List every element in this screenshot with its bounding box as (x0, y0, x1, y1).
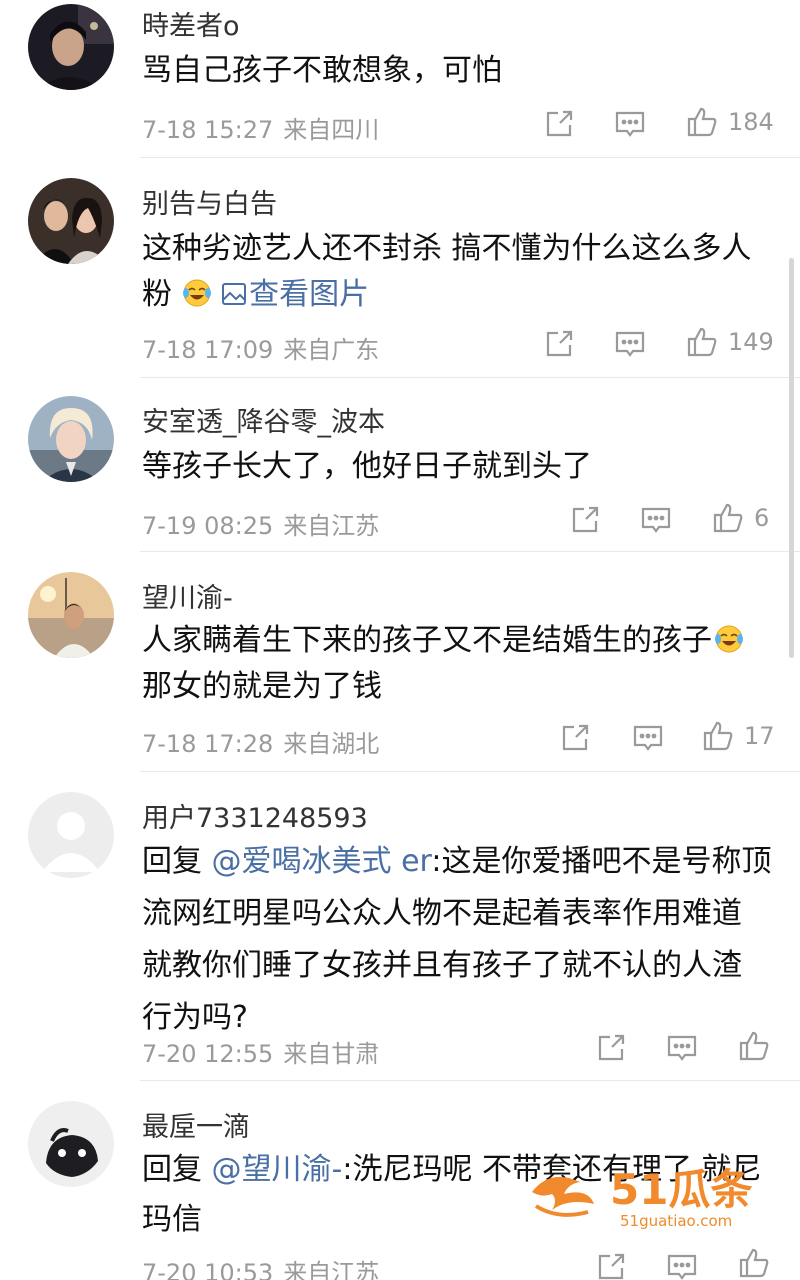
comment-text-line: 流网红明星吗公众人物不是起着表率作用难道 (142, 896, 742, 931)
comment-text: 这种劣迹艺人还不封杀 搞不懂为什么这么多人 粉 查看图片 (142, 226, 782, 318)
share-icon[interactable] (596, 1030, 626, 1066)
comment-reply-icon[interactable] (666, 1030, 698, 1066)
like-button[interactable] (738, 1245, 770, 1280)
comment-text: 人家瞒着生下来的孩子又不是结婚生的孩子 那女的就是为了钱 (142, 618, 792, 710)
like-button[interactable]: 17 (702, 718, 775, 754)
share-icon[interactable] (544, 106, 574, 142)
thumbs-up-icon (739, 1031, 769, 1061)
avatar[interactable] (28, 792, 114, 878)
comment-text: 骂自己孩子不敢想象，可怕 (142, 53, 502, 88)
comment-item: 安室透_降谷零_波本 等孩子长大了，他好日子就到头了 7-19 08:25 来自江… (0, 378, 800, 552)
reply-prefix: 回复 (142, 1152, 212, 1187)
like-button[interactable]: 6 (712, 500, 769, 536)
username[interactable]: 别告与白告 (142, 182, 277, 221)
watermark-brand: 51瓜条 (610, 1165, 752, 1214)
comment-location: 来自四川 (283, 116, 380, 144)
thumbs-up-icon (713, 503, 743, 533)
share-icon[interactable] (596, 1249, 626, 1280)
comment-text: 等孩子长大了，他好日子就到头了 (142, 449, 592, 484)
comment-location: 来自广东 (283, 336, 380, 364)
comment-meta: 7-20 10:53 来自江苏 (142, 1253, 379, 1280)
comment-location: 来自湖北 (283, 730, 380, 758)
like-button[interactable]: 184 (686, 104, 774, 140)
thumbs-up-icon (703, 721, 733, 751)
username[interactable]: 用户7331248593 (142, 796, 368, 835)
avatar[interactable] (28, 178, 114, 264)
comment-time: 7-18 15:27 (142, 116, 274, 144)
comment-text-fragment: 人家瞒着生下来的孩子又不是结婚生的孩子 (142, 623, 712, 658)
comment-text-line: 就教你们睡了女孩并且有孩子了就不认的人渣 (142, 948, 742, 983)
mention-link[interactable]: @爱喝冰美式 er (212, 844, 432, 879)
comment-time: 7-18 17:09 (142, 336, 274, 364)
avatar-image (28, 4, 114, 90)
username[interactable]: 望川渝- (142, 576, 233, 615)
comment-meta: 7-19 08:25 来自江苏 (142, 506, 379, 541)
comment-text-line: 回复 @爱喝冰美式 er:这是你爱播吧不是号称顶 (142, 836, 782, 888)
watermark-logo: 51瓜条 51guatiao.com (532, 1165, 752, 1230)
comment-item: 時差者o 骂自己孩子不敢想象，可怕 7-18 15:27 来自四川 184 (0, 0, 800, 158)
comment-reply-icon[interactable] (640, 502, 672, 538)
comment-location: 来自甘肃 (283, 1040, 380, 1068)
comment-text-line: 这种劣迹艺人还不封杀 搞不懂为什么这么多人 (142, 231, 752, 266)
default-avatar-icon (28, 792, 114, 878)
username[interactable]: 安室透_降谷零_波本 (142, 400, 385, 439)
comment-time: 7-20 12:55 (142, 1040, 274, 1068)
comment-text-fragment: 粉 (142, 277, 172, 312)
view-image-label: 查看图片 (249, 277, 370, 312)
comment-reply-icon[interactable] (666, 1249, 698, 1280)
thumbs-up-icon (687, 107, 717, 137)
watermark-url: 51guatiao.com (620, 1212, 732, 1230)
like-button[interactable] (738, 1028, 770, 1064)
comment-meta: 7-18 15:27 来自四川 (142, 110, 379, 145)
comment-meta: 7-18 17:09 来自广东 (142, 330, 379, 365)
view-image-link[interactable]: 查看图片 (221, 277, 369, 312)
comment-item: 望川渝- 人家瞒着生下来的孩子又不是结婚生的孩子 那女的就是为了钱 7-18 1… (0, 552, 800, 772)
like-count: 6 (754, 504, 770, 532)
comment-text-line: 那女的就是为了钱 (142, 669, 382, 704)
comment-item: 用户7331248593 回复 @爱喝冰美式 er:这是你爱播吧不是号称顶 流网… (0, 772, 800, 1080)
avatar-image (28, 1101, 114, 1187)
comment-reply-icon[interactable] (614, 106, 646, 142)
comment-meta: 7-18 17:28 来自湖北 (142, 724, 379, 759)
image-icon (222, 283, 247, 305)
comment-location: 来自江苏 (283, 512, 380, 540)
avatar[interactable] (28, 396, 114, 482)
avatar[interactable] (28, 1101, 114, 1187)
scrollbar[interactable] (789, 258, 794, 658)
comment-time: 7-19 08:25 (142, 512, 274, 540)
like-count: 149 (728, 328, 774, 356)
share-icon[interactable] (544, 326, 574, 362)
comment-text-line: 人家瞒着生下来的孩子又不是结婚生的孩子 (142, 618, 792, 664)
avatar-image (28, 572, 114, 658)
laughing-crying-emoji-icon (715, 625, 743, 653)
like-count: 17 (744, 722, 775, 750)
comment-reply-icon[interactable] (632, 720, 664, 756)
avatar[interactable] (28, 4, 114, 90)
avatar-image (28, 396, 114, 482)
comment-reply-icon[interactable] (614, 326, 646, 362)
mention-link[interactable]: @望川渝- (212, 1152, 343, 1187)
share-icon[interactable] (560, 720, 590, 756)
comment-location: 来自江苏 (283, 1259, 380, 1280)
laughing-crying-emoji-icon (182, 279, 211, 307)
avatar[interactable] (28, 572, 114, 658)
reply-prefix: 回复 (142, 844, 212, 879)
comment-text: 回复 @爱喝冰美式 er:这是你爱播吧不是号称顶 流网红明星吗公众人物不是起着表… (142, 836, 782, 1044)
comment-text-line: 粉 查看图片 (142, 272, 782, 318)
username[interactable]: 時差者o (142, 4, 240, 43)
comment-item: 别告与白告 这种劣迹艺人还不封杀 搞不懂为什么这么多人 粉 查看图片 7-18 … (0, 158, 800, 378)
share-icon[interactable] (570, 502, 600, 538)
like-count: 184 (728, 108, 774, 136)
avatar-image (28, 178, 114, 264)
watermark: 51瓜条 51guatiao.com (528, 1158, 778, 1230)
comment-text-fragment: :这是你爱播吧不是号称顶 (431, 844, 772, 879)
thumbs-up-icon (687, 327, 717, 357)
like-button[interactable]: 149 (686, 324, 774, 360)
username[interactable]: 最垕一滴 (142, 1105, 250, 1144)
thumbs-up-icon (739, 1248, 769, 1278)
comment-time: 7-20 10:53 (142, 1259, 274, 1280)
comment-time: 7-18 17:28 (142, 730, 274, 758)
comment-meta: 7-20 12:55 来自甘肃 (142, 1034, 379, 1069)
